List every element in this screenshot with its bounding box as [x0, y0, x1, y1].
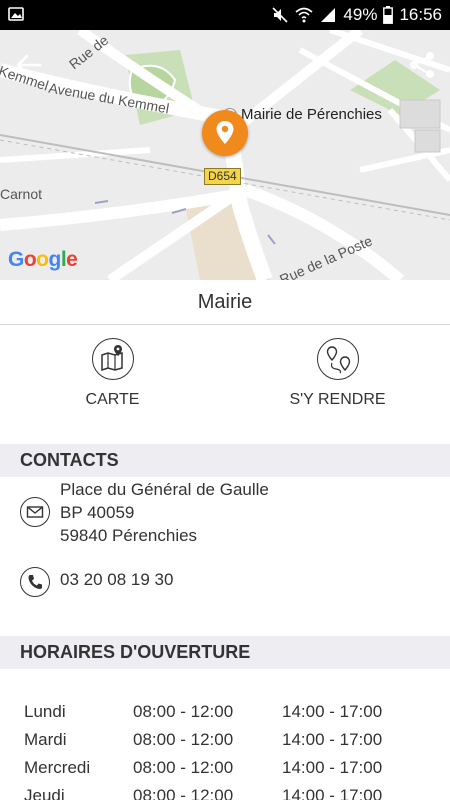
map-button[interactable]: CARTE [0, 326, 225, 444]
address-line: BP 40059 [60, 503, 135, 522]
phone-number: 03 20 08 19 30 [60, 570, 174, 589]
clock: 16:56 [399, 5, 442, 24]
hours-day: Mardi [24, 730, 67, 749]
wifi-icon [295, 6, 313, 24]
action-bar: CARTE S'Y RENDRE [0, 326, 450, 444]
hours-table: Lundi 08:00 - 12:00 14:00 - 17:00 Mardi … [24, 702, 424, 800]
battery-icon [383, 6, 394, 24]
map-icon [92, 338, 134, 380]
hours-row: Mercredi 08:00 - 12:00 14:00 - 17:00 [24, 758, 424, 786]
hours-day: Lundi [24, 702, 66, 721]
hours-row: Lundi 08:00 - 12:00 14:00 - 17:00 [24, 702, 424, 730]
mail-icon [20, 497, 50, 527]
poi-label: Mairie de Pérenchies [241, 106, 382, 123]
map-street-label: Carnot [0, 186, 43, 202]
location-pin-icon[interactable] [202, 110, 248, 156]
page-title: Mairie [0, 280, 450, 325]
map-view[interactable]: Rue de Kemmel Avenue du Kemmel Carnot Ru… [0, 30, 450, 280]
hours-morning: 08:00 - 12:00 [133, 730, 234, 749]
hours-afternoon: 14:00 - 17:00 [282, 758, 383, 777]
contacts-section-header: CONTACTS [0, 444, 450, 477]
hours-afternoon: 14:00 - 17:00 [282, 786, 383, 800]
hours-row: Mardi 08:00 - 12:00 14:00 - 17:00 [24, 730, 424, 758]
mute-icon [271, 6, 289, 24]
map-button-label: CARTE [85, 391, 140, 408]
hours-section-header: HORAIRES D'OUVERTURE [0, 636, 450, 669]
address-line: Place du Général de Gaulle [60, 480, 269, 499]
phone-icon [20, 567, 50, 597]
share-icon[interactable] [408, 50, 436, 80]
hours-morning: 08:00 - 12:00 [133, 758, 234, 777]
directions-button-label: S'Y RENDRE [289, 391, 386, 408]
gallery-notification-icon [8, 6, 24, 22]
address-line: 59840 Pérenchies [60, 526, 198, 545]
hours-day: Mercredi [24, 758, 91, 777]
back-arrow-icon[interactable] [14, 52, 44, 78]
road-number-badge: D654 [204, 168, 241, 185]
directions-icon [317, 338, 359, 380]
google-logo: Google [8, 248, 78, 271]
hours-day: Jeudi [24, 786, 65, 800]
hours-row: Jeudi 08:00 - 12:00 14:00 - 17:00 [24, 786, 424, 800]
hours-afternoon: 14:00 - 17:00 [282, 730, 383, 749]
hours-afternoon: 14:00 - 17:00 [282, 702, 383, 721]
hours-morning: 08:00 - 12:00 [133, 702, 234, 721]
status-bar: 49% 16:56 [0, 0, 450, 30]
directions-button[interactable]: S'Y RENDRE [225, 326, 450, 444]
signal-icon [319, 6, 337, 24]
battery-percent: 49% [343, 5, 378, 24]
hours-morning: 08:00 - 12:00 [133, 786, 234, 800]
